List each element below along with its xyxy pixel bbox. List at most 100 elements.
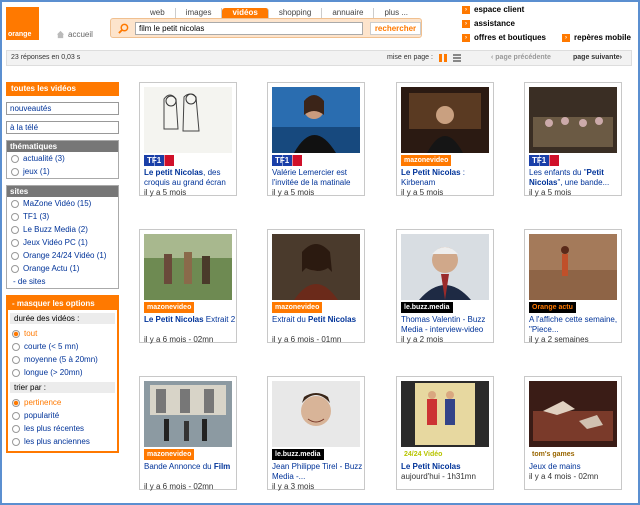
- video-thumbnail[interactable]: [401, 87, 489, 153]
- options-panel: - masquer les options durée des vidéos :…: [6, 295, 119, 453]
- tele-link[interactable]: à la télé: [6, 121, 119, 134]
- radio-icon: [12, 329, 20, 338]
- video-meta: il y a 6 mois - 02mn: [144, 335, 214, 344]
- home-icon: [56, 30, 65, 39]
- search-bar: rechercher: [110, 18, 422, 38]
- video-thumbnail[interactable]: [144, 87, 232, 153]
- link-reperes-mobile[interactable]: › repères mobile: [562, 33, 631, 42]
- video-title[interactable]: Bande Annonce du Film: [144, 462, 236, 472]
- home-label: accueil: [68, 30, 93, 39]
- trier-popularite[interactable]: popularité: [8, 409, 117, 422]
- themes-group: thématiques actualité (3) jeux (1): [6, 140, 119, 179]
- tab-annuaire[interactable]: annuaire: [322, 8, 375, 18]
- search-button[interactable]: rechercher: [370, 22, 421, 35]
- radio-icon: [11, 238, 19, 247]
- link-espace-client[interactable]: › espace client: [462, 5, 524, 14]
- hide-options-toggle[interactable]: - masquer les options: [8, 297, 117, 310]
- video-card[interactable]: mazonevideo Bande Annonce du Film il y a 6…: [139, 376, 237, 491]
- video-title[interactable]: Le Petit Nicolas: [401, 462, 493, 472]
- video-card[interactable]: le.buzz.media Thomas Valentin - Buzz Medi…: [396, 229, 494, 344]
- video-title[interactable]: Thomas Valentin - Buzz Media - interview…: [401, 315, 493, 335]
- radio-icon: [11, 154, 19, 163]
- more-sites-link[interactable]: - de sites: [7, 275, 118, 288]
- list-view-icon[interactable]: [453, 54, 461, 62]
- link-offres[interactable]: › offres et boutiques: [462, 33, 546, 42]
- video-thumbnail[interactable]: [272, 234, 360, 300]
- prev-page-link[interactable]: ‹ page précédente: [491, 54, 551, 61]
- site-mazone[interactable]: MaZone Vidéo (15): [7, 197, 118, 210]
- video-title[interactable]: Le Petit Nicolas : Kirbenam: [401, 168, 493, 188]
- video-meta: il y a 6 mois - 02mn: [144, 482, 214, 491]
- home-link[interactable]: accueil: [56, 30, 93, 39]
- trier-anciennes[interactable]: les plus anciennes: [8, 435, 117, 448]
- video-meta: il y a 2 mois: [401, 335, 444, 344]
- option-label: courte (< 5 mn): [24, 342, 79, 351]
- video-card[interactable]: TF1 Les enfants du "Petit Nicolas", une b…: [524, 82, 622, 197]
- search-input[interactable]: [135, 22, 363, 35]
- next-page-link[interactable]: page suivante›: [573, 54, 622, 61]
- video-title[interactable]: Le petit Nicolas, des croquis au grand é…: [144, 168, 236, 188]
- video-card[interactable]: 24/24 Vidéo Le Petit Nicolas aujourd'hui -…: [396, 376, 494, 490]
- tab-images[interactable]: images: [176, 8, 223, 18]
- site-jeuxpc[interactable]: Jeux Vidéo PC (1): [7, 236, 118, 249]
- video-card[interactable]: TF1 Valérie Lemercier est l'invitée de la…: [267, 82, 365, 197]
- tab-plus[interactable]: plus ...: [374, 8, 418, 18]
- duree-tout[interactable]: tout: [8, 327, 117, 340]
- video-thumbnail[interactable]: [144, 234, 232, 300]
- orange-logo[interactable]: orange: [6, 7, 39, 40]
- theme-actualite[interactable]: actualité (3): [7, 152, 118, 165]
- option-label: pertinence: [24, 398, 62, 407]
- duree-longue[interactable]: longue (> 20mn): [8, 366, 117, 379]
- option-label: jeux (1): [23, 167, 50, 176]
- video-title[interactable]: Les enfants du "Petit Nicolas", une band…: [529, 168, 621, 188]
- video-title[interactable]: A l'affiche cette semaine, "Piece...: [529, 315, 621, 335]
- video-thumbnail[interactable]: [272, 381, 360, 447]
- tab-shopping[interactable]: shopping: [269, 8, 323, 18]
- video-thumbnail[interactable]: [144, 381, 232, 447]
- site-orangeactu[interactable]: Orange Actu (1): [7, 262, 118, 275]
- video-thumbnail[interactable]: [529, 87, 617, 153]
- video-card[interactable]: Orange actu A l'affiche cette semaine, "P…: [524, 229, 622, 344]
- video-card[interactable]: le.buzz.media Jean Philippe Tirel - Buzz …: [267, 376, 365, 491]
- video-title[interactable]: Jean Philippe Tirel - Buzz Media -...: [272, 462, 364, 482]
- site-buzz[interactable]: Le Buzz Media (2): [7, 223, 118, 236]
- option-label: Le Buzz Media (2): [23, 225, 88, 234]
- all-videos-button[interactable]: toutes les vidéos: [6, 82, 119, 96]
- option-label: les plus anciennes: [24, 437, 90, 446]
- video-title[interactable]: Jeux de mains: [529, 462, 621, 472]
- video-card[interactable]: TF1 Le petit Nicolas, des croquis au gran…: [139, 82, 237, 197]
- theme-jeux[interactable]: jeux (1): [7, 165, 118, 178]
- link-assistance[interactable]: › assistance: [462, 19, 515, 28]
- video-thumbnail[interactable]: [529, 381, 617, 447]
- video-title[interactable]: Extrait du Petit Nicolas: [272, 315, 364, 325]
- site-orange2424[interactable]: Orange 24/24 Vidéo (1): [7, 249, 118, 262]
- video-thumbnail[interactable]: [529, 234, 617, 300]
- results-count: 23 réponses en 0,03 s: [11, 54, 81, 61]
- video-title[interactable]: Valérie Lemercier est l'invitée de la ma…: [272, 168, 364, 188]
- results-bar: 23 réponses en 0,03 s mise en page : ‹ p…: [6, 50, 632, 66]
- duree-moyenne[interactable]: moyenne (5 à 20mn): [8, 353, 117, 366]
- trier-recentes[interactable]: les plus récentes: [8, 422, 117, 435]
- tab-videos[interactable]: vidéos: [222, 8, 269, 18]
- video-card[interactable]: mazonevideo Le Petit Nicolas Extrait 2 il …: [139, 229, 237, 344]
- video-title[interactable]: Le Petit Nicolas Extrait 2: [144, 315, 236, 325]
- video-card[interactable]: tom's games Jeux de mains il y a 4 mois - …: [524, 376, 622, 490]
- video-thumbnail[interactable]: [401, 381, 489, 447]
- site-tf1[interactable]: TF1 (3): [7, 210, 118, 223]
- nouveautes-link[interactable]: nouveautés: [6, 102, 119, 115]
- video-thumbnail[interactable]: [272, 87, 360, 153]
- video-card[interactable]: mazonevideo Le Petit Nicolas : Kirbenam il…: [396, 82, 494, 197]
- source-badge: mazonevideo: [401, 155, 452, 166]
- grid-view-icon[interactable]: [439, 54, 447, 62]
- option-label: Orange Actu (1): [23, 264, 80, 273]
- video-thumbnail[interactable]: [401, 234, 489, 300]
- logo-text: orange: [8, 31, 32, 38]
- arrow-icon: ›: [462, 33, 470, 42]
- option-label: Orange 24/24 Vidéo (1): [23, 251, 107, 260]
- tab-web[interactable]: web: [140, 8, 176, 18]
- duree-courte[interactable]: courte (< 5 mn): [8, 340, 117, 353]
- video-card[interactable]: mazonevideo Extrait du Petit Nicolas il y …: [267, 229, 365, 344]
- radio-icon: [11, 251, 19, 260]
- link-label: offres et boutiques: [474, 33, 547, 42]
- trier-pertinence[interactable]: pertinence: [8, 396, 117, 409]
